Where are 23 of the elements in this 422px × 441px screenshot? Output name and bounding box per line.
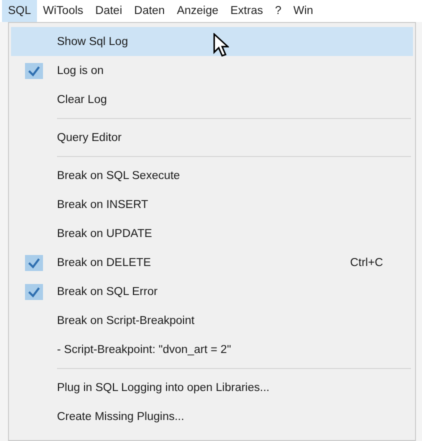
menu-item[interactable]: Break on DELETE Ctrl+C [11,248,413,277]
menu-title[interactable]: Datei [89,0,128,22]
mouse-pointer-icon [213,33,229,58]
menu-title[interactable]: Win [287,0,320,22]
menu-item[interactable]: Break on SQL Sexecute [11,161,413,190]
menu-title[interactable]: Anzeige [170,0,224,22]
menu-title[interactable]: Daten [128,0,171,22]
menu-item[interactable]: Create Missing Plugins... [11,402,413,431]
menu-item[interactable]: Break on UPDATE [11,219,413,248]
shortcut-text: Ctrl+C [350,256,383,268]
menu-item[interactable]: Query Editor [11,123,413,152]
menu-title[interactable]: ? [268,0,288,22]
menu-title[interactable]: SQL [2,0,38,22]
menu-item[interactable]: Break on INSERT [11,190,413,219]
menu-item[interactable]: Log is on [11,56,413,85]
menu-item[interactable]: Clear Log [11,85,413,114]
menu-item[interactable]: Show Sql Log [11,27,413,56]
menu-item[interactable]: Break on SQL Error [11,277,413,306]
menu-title[interactable]: WiTools [37,0,90,22]
menu-item[interactable]: Break on Script-Breakpoint [11,306,413,335]
menu-title[interactable]: Extras [224,0,269,22]
menu-item[interactable]: Plug in SQL Logging into open Libraries... [11,373,413,402]
menu-item[interactable]: - Script-Breakpoint: "dvon_art = 2" [11,335,413,364]
